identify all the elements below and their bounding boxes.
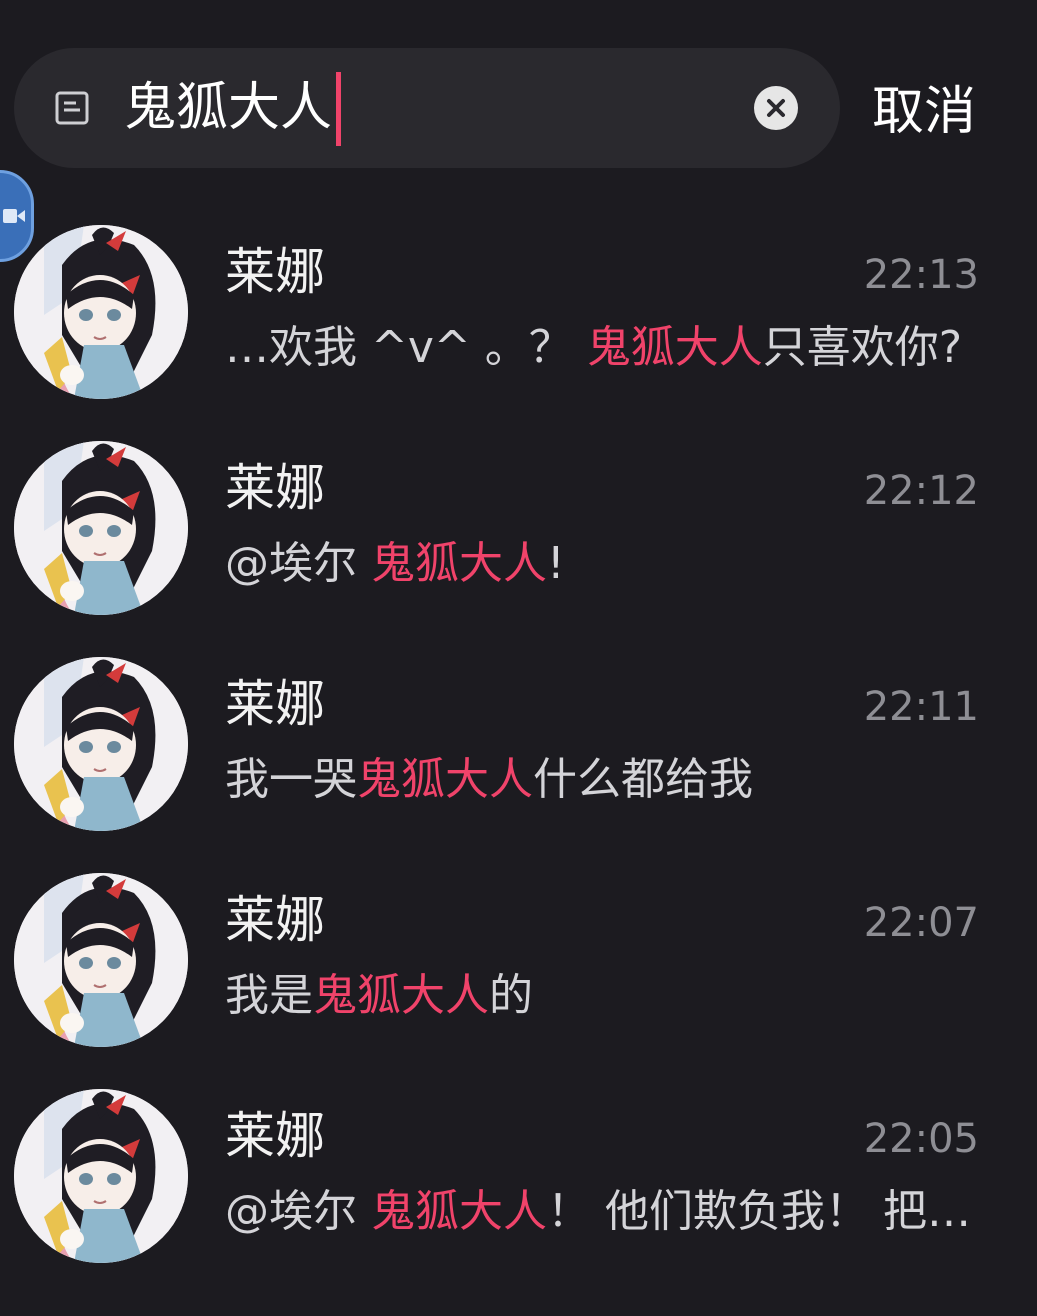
document-icon — [54, 90, 90, 126]
highlighted-match: 鬼狐大人 — [357, 754, 533, 805]
highlighted-match: 鬼狐大人 — [313, 970, 489, 1021]
snippet-text: 我一哭 — [225, 754, 357, 805]
snippet-text: ！ 他们欺负我！ 把… — [547, 1186, 971, 1237]
highlighted-match: 鬼狐大人 — [371, 538, 547, 589]
chat-search-page: 鬼狐大人 取消 莱娜 22:13 …欢我 ^v^ 。？ 鬼狐大人只喜欢你? 莱娜… — [0, 0, 1037, 1316]
snippet-text: 什么都给我 — [533, 754, 753, 805]
sender-name: 莱娜 — [225, 243, 325, 301]
search-result-item[interactable]: 莱娜 22:12 @埃尔 鬼狐大人! — [0, 441, 1037, 657]
search-result-item[interactable]: 莱娜 22:05 @埃尔 鬼狐大人！ 他们欺负我！ 把… — [0, 1089, 1037, 1305]
message-snippet: …欢我 ^v^ 。？ 鬼狐大人只喜欢你? — [225, 313, 962, 383]
sender-name: 莱娜 — [225, 459, 325, 517]
avatar[interactable] — [14, 873, 188, 1047]
snippet-text: @埃尔 — [225, 1186, 371, 1237]
search-bar[interactable]: 鬼狐大人 — [14, 48, 840, 168]
message-time: 22:07 — [863, 900, 979, 946]
snippet-text: …欢我 ^v^ 。？ — [225, 322, 587, 373]
cancel-button[interactable]: 取消 — [872, 76, 976, 148]
message-snippet: 我一哭鬼狐大人什么都给我 — [225, 745, 753, 815]
search-result-item[interactable]: 莱娜 22:11 我一哭鬼狐大人什么都给我 — [0, 657, 1037, 873]
snippet-text: 我是 — [225, 970, 313, 1021]
highlighted-match: 鬼狐大人 — [586, 322, 763, 373]
sender-name: 莱娜 — [225, 891, 325, 949]
message-time: 22:05 — [863, 1116, 979, 1162]
snippet-text: 只喜欢你? — [762, 322, 963, 373]
snippet-text: ! — [547, 538, 565, 589]
avatar[interactable] — [14, 441, 188, 615]
message-snippet: 我是鬼狐大人的 — [225, 961, 533, 1031]
avatar[interactable] — [14, 1089, 188, 1263]
sender-name: 莱娜 — [225, 1107, 325, 1165]
message-time: 22:11 — [863, 684, 979, 730]
snippet-text: @埃尔 — [225, 538, 371, 589]
sender-name: 莱娜 — [225, 675, 325, 733]
avatar[interactable] — [14, 657, 188, 831]
search-input[interactable]: 鬼狐大人 — [124, 76, 332, 140]
highlighted-match: 鬼狐大人 — [371, 1186, 547, 1237]
clear-search-button[interactable] — [754, 86, 798, 130]
message-snippet: @埃尔 鬼狐大人! — [225, 529, 565, 599]
search-result-item[interactable]: 莱娜 22:13 …欢我 ^v^ 。？ 鬼狐大人只喜欢你? — [0, 225, 1037, 441]
search-result-item[interactable]: 莱娜 22:07 我是鬼狐大人的 — [0, 873, 1037, 1089]
close-icon — [767, 99, 785, 117]
message-snippet: @埃尔 鬼狐大人！ 他们欺负我！ 把… — [225, 1177, 971, 1247]
avatar[interactable] — [14, 225, 188, 399]
message-time: 22:12 — [863, 468, 979, 514]
message-time: 22:13 — [863, 252, 979, 298]
snippet-text: 的 — [489, 970, 533, 1021]
text-cursor — [336, 72, 341, 146]
